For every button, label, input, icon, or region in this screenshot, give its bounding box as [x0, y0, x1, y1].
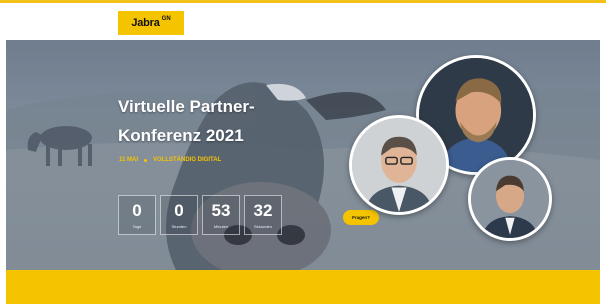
countdown-label: Sekunden — [253, 223, 272, 229]
speaker-avatar-icon — [352, 118, 446, 212]
top-bar: Jabra GN — [0, 0, 606, 40]
logo-text: Jabra — [131, 17, 160, 29]
title-line-2: Konferenz 2021 — [118, 126, 244, 145]
speaker-avatar-3 — [468, 157, 552, 241]
countdown-minutes: 53 Minuten — [202, 195, 240, 235]
event-date: 11 MAI — [119, 157, 139, 163]
jabra-logo[interactable]: Jabra GN — [118, 11, 184, 35]
event-subline: 11 MAI VOLLSTÄNDIG DIGITAL — [119, 157, 221, 163]
event-format: VOLLSTÄNDIG DIGITAL — [153, 157, 222, 163]
countdown-value: 0 — [174, 200, 184, 220]
hero-banner: Virtuelle Partner- Konferenz 2021 11 MAI… — [6, 40, 600, 270]
countdown-label: Minuten — [213, 223, 229, 229]
countdown-value: 0 — [132, 200, 142, 220]
countdown-seconds: 32 Sekunden — [244, 195, 282, 235]
countdown-days: 0 Tage — [118, 195, 156, 235]
bottom-yellow-bar — [6, 270, 600, 304]
countdown-label: Tage — [132, 223, 142, 229]
countdown-timer: 0 Tage 0 Stunden 53 Minuten 32 Sekunden — [118, 195, 282, 235]
countdown-value: 53 — [211, 200, 231, 220]
countdown-label: Stunden — [171, 223, 187, 229]
countdown-hours: 0 Stunden — [160, 195, 198, 235]
title-line-1: Virtuelle Partner- — [118, 97, 255, 116]
questions-button[interactable]: Fragen? — [343, 210, 379, 225]
separator-dot — [144, 158, 148, 162]
speaker-avatar-icon — [471, 160, 549, 238]
countdown-value: 32 — [253, 200, 273, 220]
logo-sup: GN — [161, 16, 171, 22]
page-title: Virtuelle Partner- Konferenz 2021 — [118, 92, 348, 150]
speaker-avatar-2 — [349, 115, 449, 215]
